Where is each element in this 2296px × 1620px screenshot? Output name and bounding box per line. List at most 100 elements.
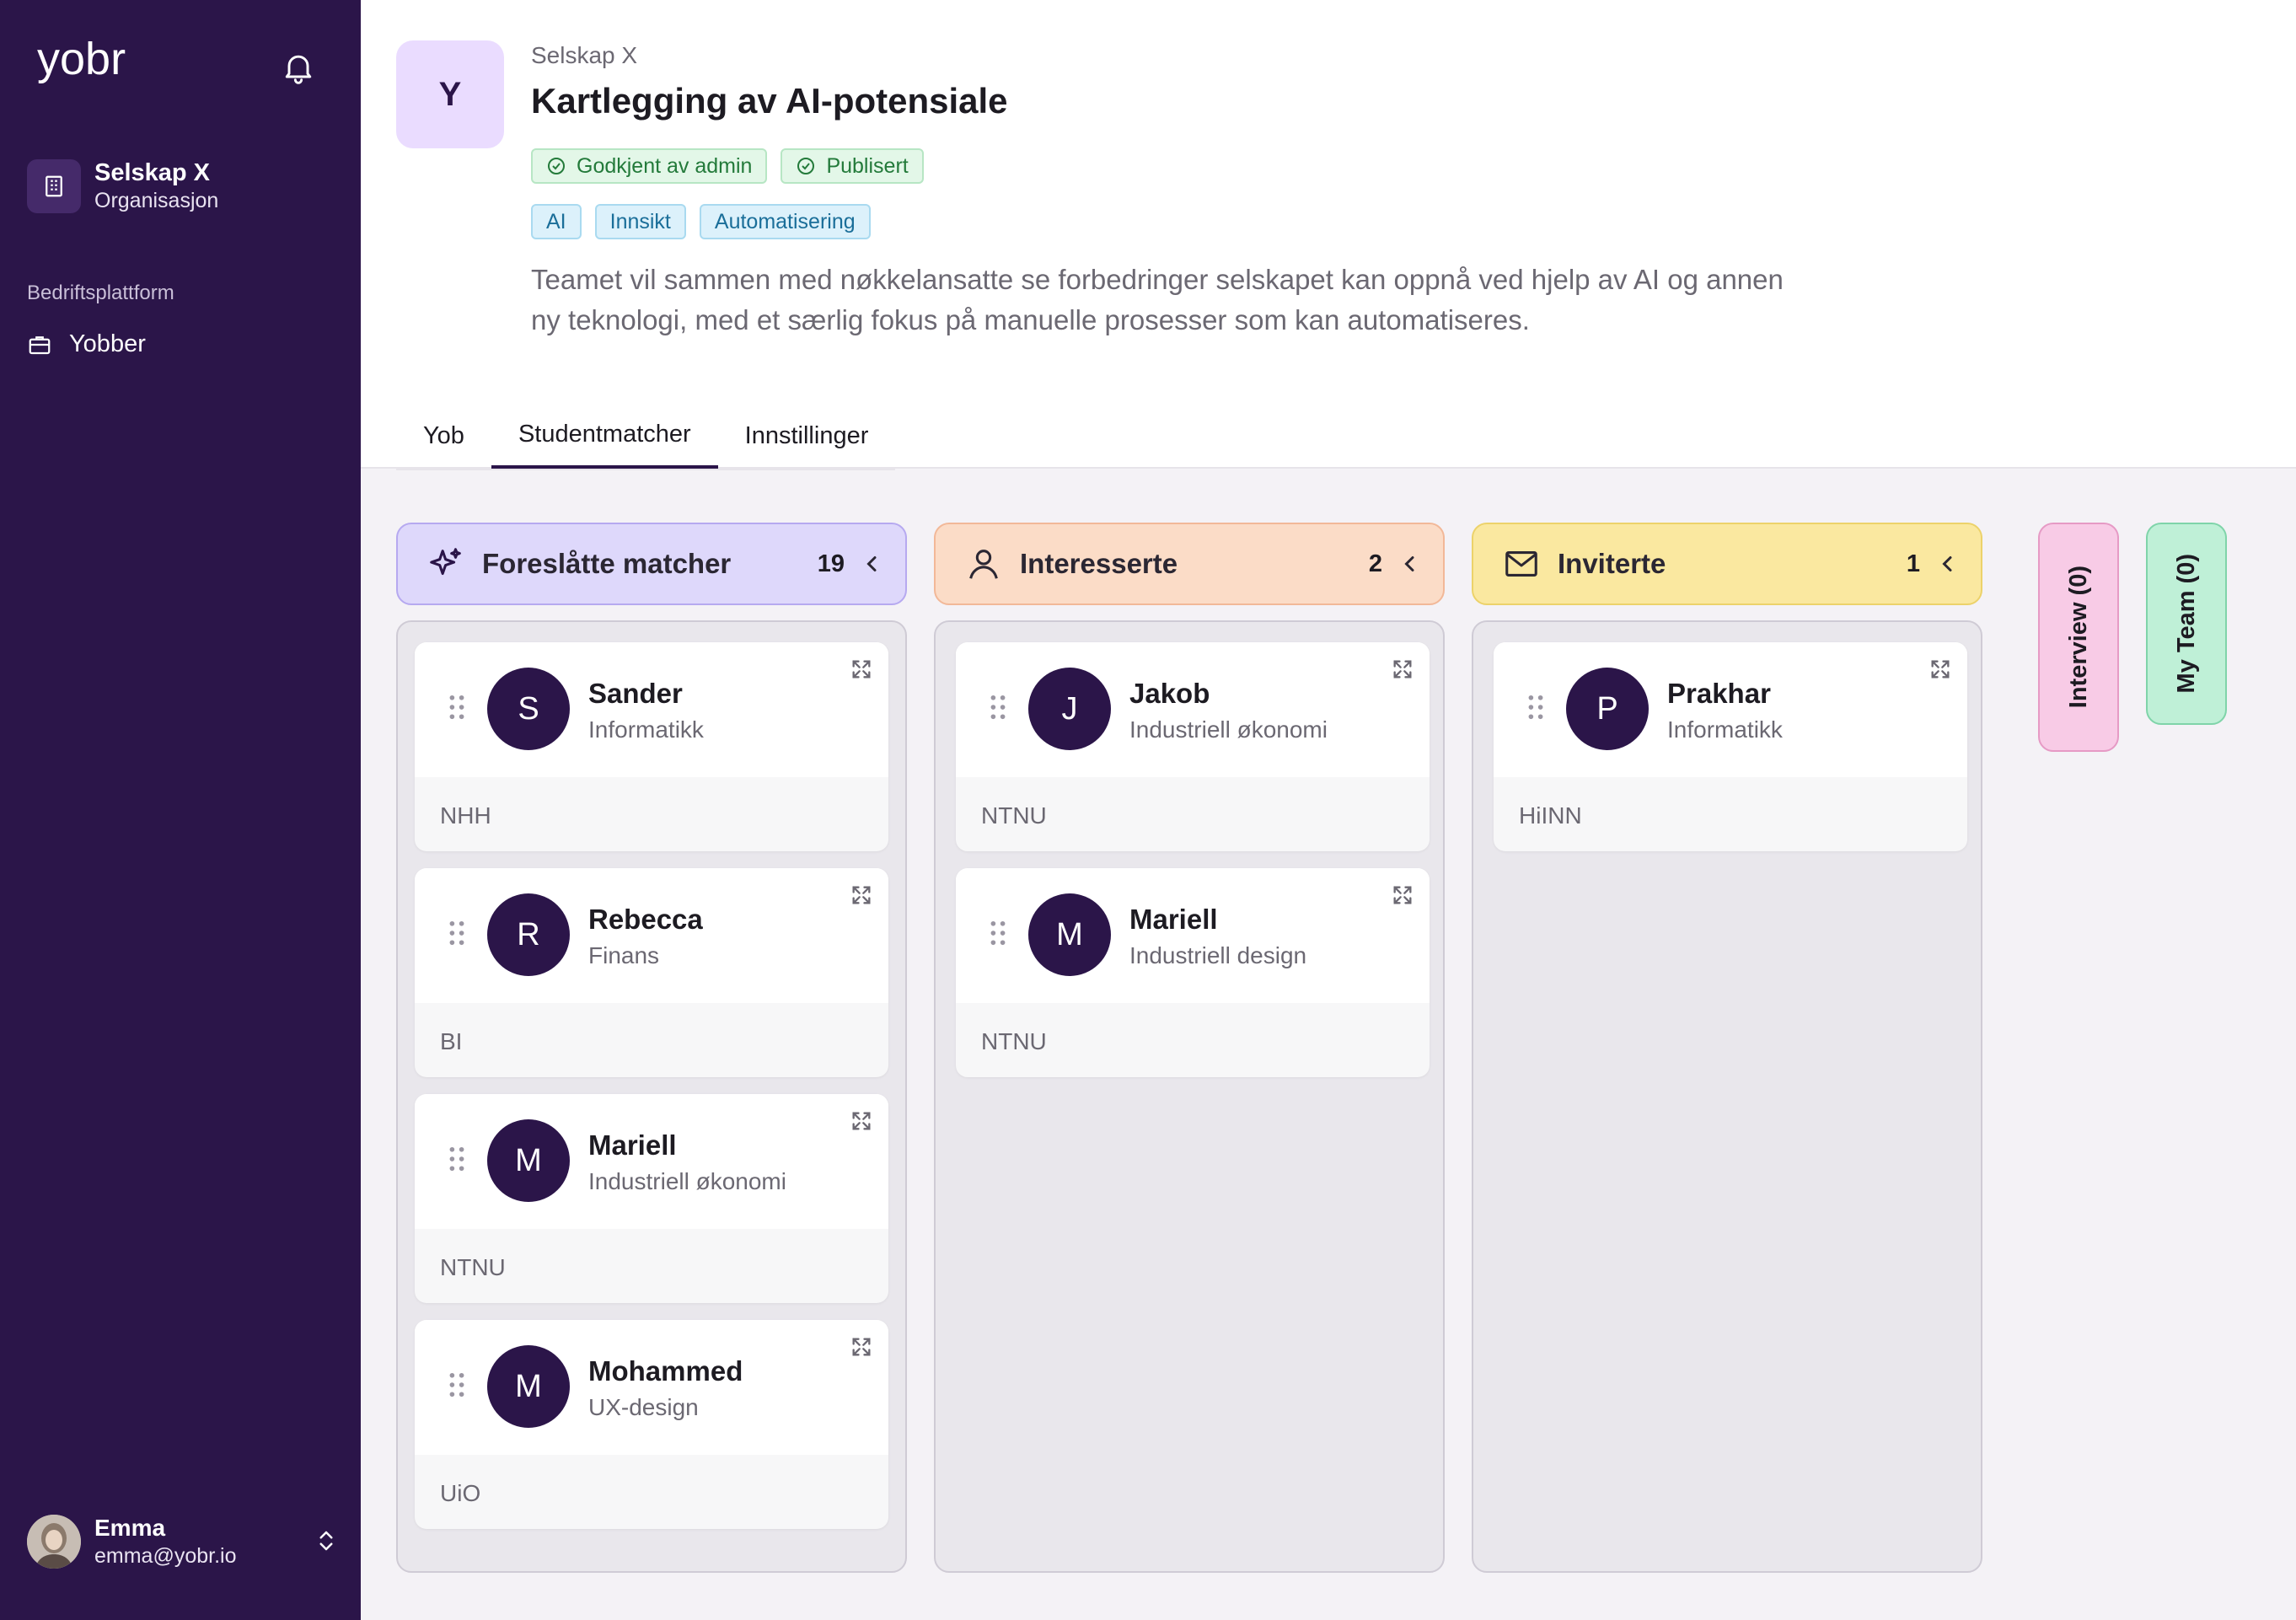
org-switcher[interactable]: Selskap X Organisasjon bbox=[27, 158, 218, 214]
mail-icon bbox=[1505, 551, 1537, 577]
chevron-left-icon[interactable] bbox=[865, 554, 880, 574]
status-badge-approved: Godkjent av admin bbox=[531, 148, 768, 184]
column-header[interactable]: Interesserte 2 bbox=[934, 523, 1445, 605]
column-header[interactable]: Inviterte 1 bbox=[1472, 523, 1982, 605]
student-school: NHH bbox=[440, 802, 491, 829]
column-header[interactable]: Foreslåtte matcher 19 bbox=[396, 523, 907, 605]
drag-handle-icon[interactable] bbox=[990, 695, 1006, 720]
page-title: Kartlegging av AI-potensiale bbox=[531, 81, 1008, 121]
drag-handle-icon[interactable] bbox=[1527, 695, 1544, 720]
student-school: NTNU bbox=[981, 802, 1047, 829]
status-badges: Godkjent av admin Publisert bbox=[531, 148, 924, 184]
user-menu[interactable]: Emma emma@yobr.io bbox=[27, 1514, 339, 1569]
student-field: Finans bbox=[588, 942, 660, 968]
column-invited: Inviterte 1 P Prakhar Informatikk HiINN bbox=[1472, 523, 1982, 1573]
expand-icon[interactable] bbox=[850, 1109, 873, 1133]
user-name: Emma bbox=[94, 1515, 166, 1541]
company-name: Selskap X bbox=[531, 42, 638, 68]
column-body: J Jakob Industriell økonomi NTNU M Marie… bbox=[934, 620, 1445, 1573]
column-interested: Interesserte 2 J Jakob Industriell økono… bbox=[934, 523, 1445, 1573]
student-school: NTNU bbox=[440, 1254, 506, 1280]
section-label: Bedriftsplattform bbox=[27, 282, 174, 304]
expand-icon[interactable] bbox=[850, 883, 873, 907]
column-suggested-matches: Foreslåtte matcher 19 S Sander Informati… bbox=[396, 523, 907, 1573]
drag-handle-icon[interactable] bbox=[448, 1146, 465, 1172]
student-name: Mariell bbox=[1129, 904, 1218, 935]
status-label: Godkjent av admin bbox=[577, 153, 753, 178]
drag-handle-icon[interactable] bbox=[990, 920, 1006, 946]
student-name: Rebecca bbox=[588, 904, 703, 935]
student-name: Sander bbox=[588, 678, 683, 709]
column-title: Foreslåtte matcher bbox=[482, 548, 732, 579]
avatar: J bbox=[1028, 668, 1111, 750]
chevron-left-icon[interactable] bbox=[1940, 554, 1955, 574]
bell-icon[interactable] bbox=[280, 47, 317, 88]
drag-handle-icon[interactable] bbox=[448, 695, 465, 720]
drag-handle-icon[interactable] bbox=[448, 920, 465, 946]
avatar: S bbox=[487, 668, 570, 750]
expand-icon[interactable] bbox=[1929, 657, 1952, 681]
student-card[interactable]: J Jakob Industriell økonomi NTNU bbox=[956, 642, 1430, 851]
project-header: Y Selskap X Kartlegging av AI-potensiale… bbox=[361, 0, 2296, 470]
user-avatar bbox=[27, 1515, 81, 1569]
tab-bar: Yob Studentmatcher Innstillinger bbox=[396, 403, 896, 470]
student-field: Industriell økonomi bbox=[588, 1168, 786, 1194]
student-name: Jakob bbox=[1129, 678, 1210, 709]
building-icon bbox=[27, 159, 81, 213]
check-circle-icon bbox=[797, 158, 815, 174]
sidebar: yobr Selskap X Organisasjon Bedriftsplat… bbox=[0, 0, 361, 1620]
column-title: Interesserte bbox=[1020, 548, 1178, 579]
expand-icon[interactable] bbox=[1391, 657, 1414, 681]
chevron-left-icon[interactable] bbox=[1403, 554, 1418, 574]
column-body: P Prakhar Informatikk HiINN bbox=[1472, 620, 1982, 1573]
student-school: HiINN bbox=[1519, 802, 1582, 829]
avatar: R bbox=[487, 893, 570, 976]
student-name: Mohammed bbox=[588, 1355, 743, 1387]
student-school: NTNU bbox=[981, 1028, 1047, 1054]
student-card[interactable]: M Mohammed UX-design UiO bbox=[415, 1320, 888, 1529]
sidebar-item-yobber[interactable]: Yobber bbox=[27, 330, 146, 358]
tab-innstillinger[interactable]: Innstillinger bbox=[718, 403, 896, 469]
drag-handle-icon[interactable] bbox=[448, 1372, 465, 1397]
column-count: 1 bbox=[1906, 550, 1920, 577]
student-card[interactable]: M Mariell Industriell økonomi NTNU bbox=[415, 1094, 888, 1303]
column-body: S Sander Informatikk NHH R Rebecca Finan… bbox=[396, 620, 907, 1573]
column-title: Inviterte bbox=[1558, 548, 1666, 579]
student-card[interactable]: S Sander Informatikk NHH bbox=[415, 642, 888, 851]
project-badge: Y bbox=[396, 40, 504, 148]
expand-icon[interactable] bbox=[850, 657, 873, 681]
yobr-logo[interactable]: yobr bbox=[37, 37, 147, 96]
student-name: Mariell bbox=[588, 1129, 677, 1161]
briefcase-icon bbox=[27, 332, 52, 357]
project-description: Teamet vil sammen med nøkkelansatte se f… bbox=[531, 264, 1784, 335]
column-interview-collapsed[interactable]: Interview (0) bbox=[2038, 523, 2119, 752]
sparkles-icon bbox=[430, 548, 461, 576]
student-school: UiO bbox=[440, 1480, 481, 1506]
expand-icon[interactable] bbox=[1391, 883, 1414, 907]
student-school: BI bbox=[440, 1028, 463, 1054]
student-name: Prakhar bbox=[1667, 678, 1771, 709]
column-my-team-collapsed[interactable]: My Team (0) bbox=[2146, 523, 2227, 725]
org-name: Selskap X bbox=[94, 159, 211, 186]
avatar: M bbox=[487, 1119, 570, 1202]
tab-studentmatcher[interactable]: Studentmatcher bbox=[491, 403, 718, 469]
tag-innsikt: Innsikt bbox=[594, 204, 686, 239]
expand-icon[interactable] bbox=[850, 1335, 873, 1359]
student-card[interactable]: M Mariell Industriell design NTNU bbox=[956, 868, 1430, 1077]
column-count: 19 bbox=[817, 550, 845, 577]
tag-ai: AI bbox=[531, 204, 582, 239]
column-title: My Team (0) bbox=[2172, 554, 2200, 694]
status-label: Publisert bbox=[826, 153, 909, 178]
tab-yob[interactable]: Yob bbox=[396, 403, 491, 469]
tag-list: AI Innsikt Automatisering bbox=[531, 204, 871, 239]
avatar: M bbox=[487, 1345, 570, 1428]
avatar: M bbox=[1028, 893, 1111, 976]
student-field: Industriell økonomi bbox=[1129, 716, 1328, 743]
chevron-up-down-icon[interactable] bbox=[314, 1526, 339, 1556]
column-title: Interview (0) bbox=[2064, 566, 2092, 709]
sidebar-item-label: Yobber bbox=[69, 330, 146, 357]
column-count: 2 bbox=[1368, 550, 1382, 577]
student-card[interactable]: P Prakhar Informatikk HiINN bbox=[1494, 642, 1967, 851]
user-icon bbox=[969, 550, 998, 579]
student-card[interactable]: R Rebecca Finans BI bbox=[415, 868, 888, 1077]
